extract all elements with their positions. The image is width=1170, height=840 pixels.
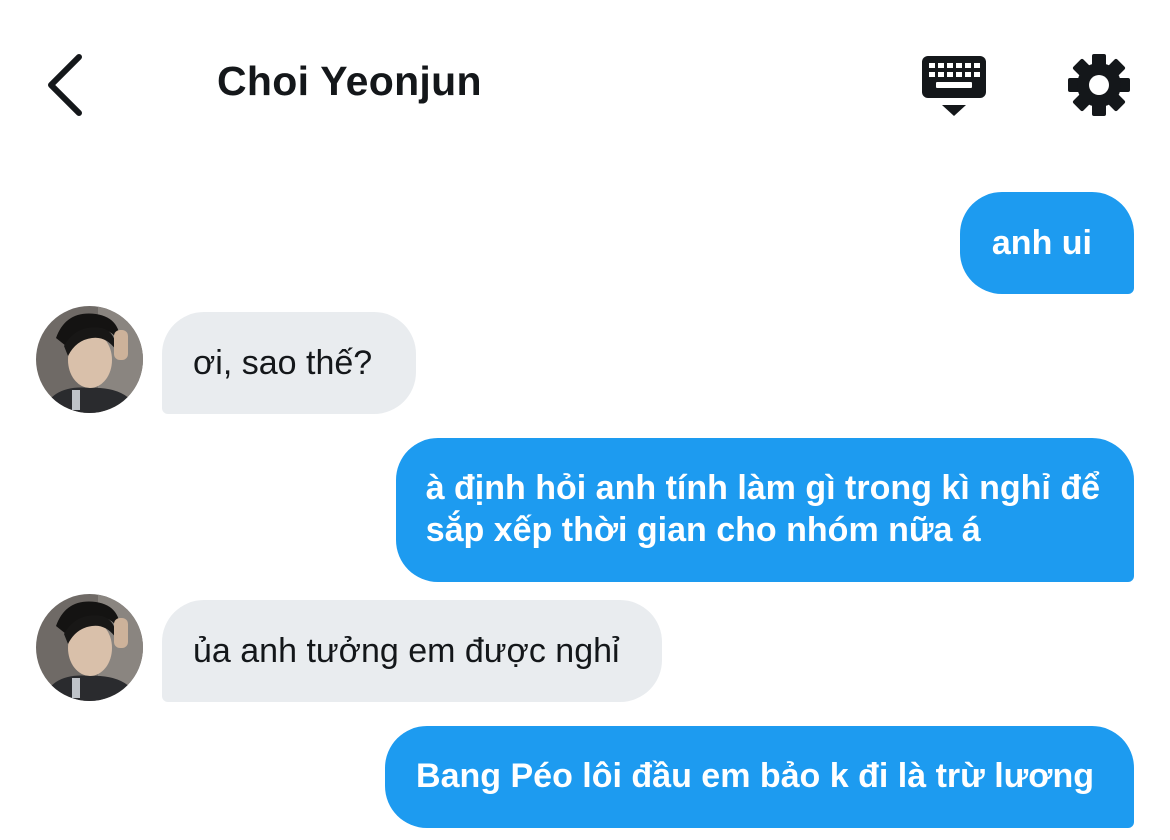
page-title: Choi Yeonjun — [217, 58, 482, 104]
message-bubble-outgoing[interactable]: à định hỏi anh tính làm gì trong kì nghỉ… — [395, 438, 1134, 582]
message-text: ủa anh tưởng em được nghỉ — [193, 632, 620, 670]
settings-button[interactable] — [1064, 50, 1134, 120]
avatar[interactable] — [36, 306, 143, 413]
message-text-line: à định hỏi anh tính làm gì trong kì nghỉ… — [425, 469, 1100, 507]
contact-photo — [36, 306, 143, 413]
message-bubble-outgoing[interactable]: Bang Péo lôi đầu em bảo k đi là trừ lươn… — [385, 726, 1134, 828]
message-text: Bang Péo lôi đầu em bảo k đi là trừ lươn… — [416, 757, 1094, 795]
chat-header: Choi Yeonjun — [0, 0, 1170, 170]
chevron-left-icon — [48, 54, 82, 116]
contact-photo — [36, 594, 143, 701]
keyboard-hide-icon — [922, 56, 986, 116]
message-text-line: sắp xếp thời gian cho nhóm nữa á — [425, 511, 981, 549]
message-text: anh ui — [991, 224, 1092, 262]
avatar[interactable] — [36, 594, 143, 701]
keyboard-toggle-button[interactable] — [918, 50, 990, 122]
gear-icon — [1068, 54, 1130, 116]
message-bubble-incoming[interactable]: ủa anh tưởng em được nghỉ — [162, 600, 662, 702]
message-bubble-incoming[interactable]: ơi, sao thế? — [162, 312, 417, 414]
back-button[interactable] — [30, 45, 110, 125]
message-bubble-outgoing[interactable]: anh ui — [959, 192, 1134, 294]
message-text: ơi, sao thế? — [193, 344, 373, 382]
